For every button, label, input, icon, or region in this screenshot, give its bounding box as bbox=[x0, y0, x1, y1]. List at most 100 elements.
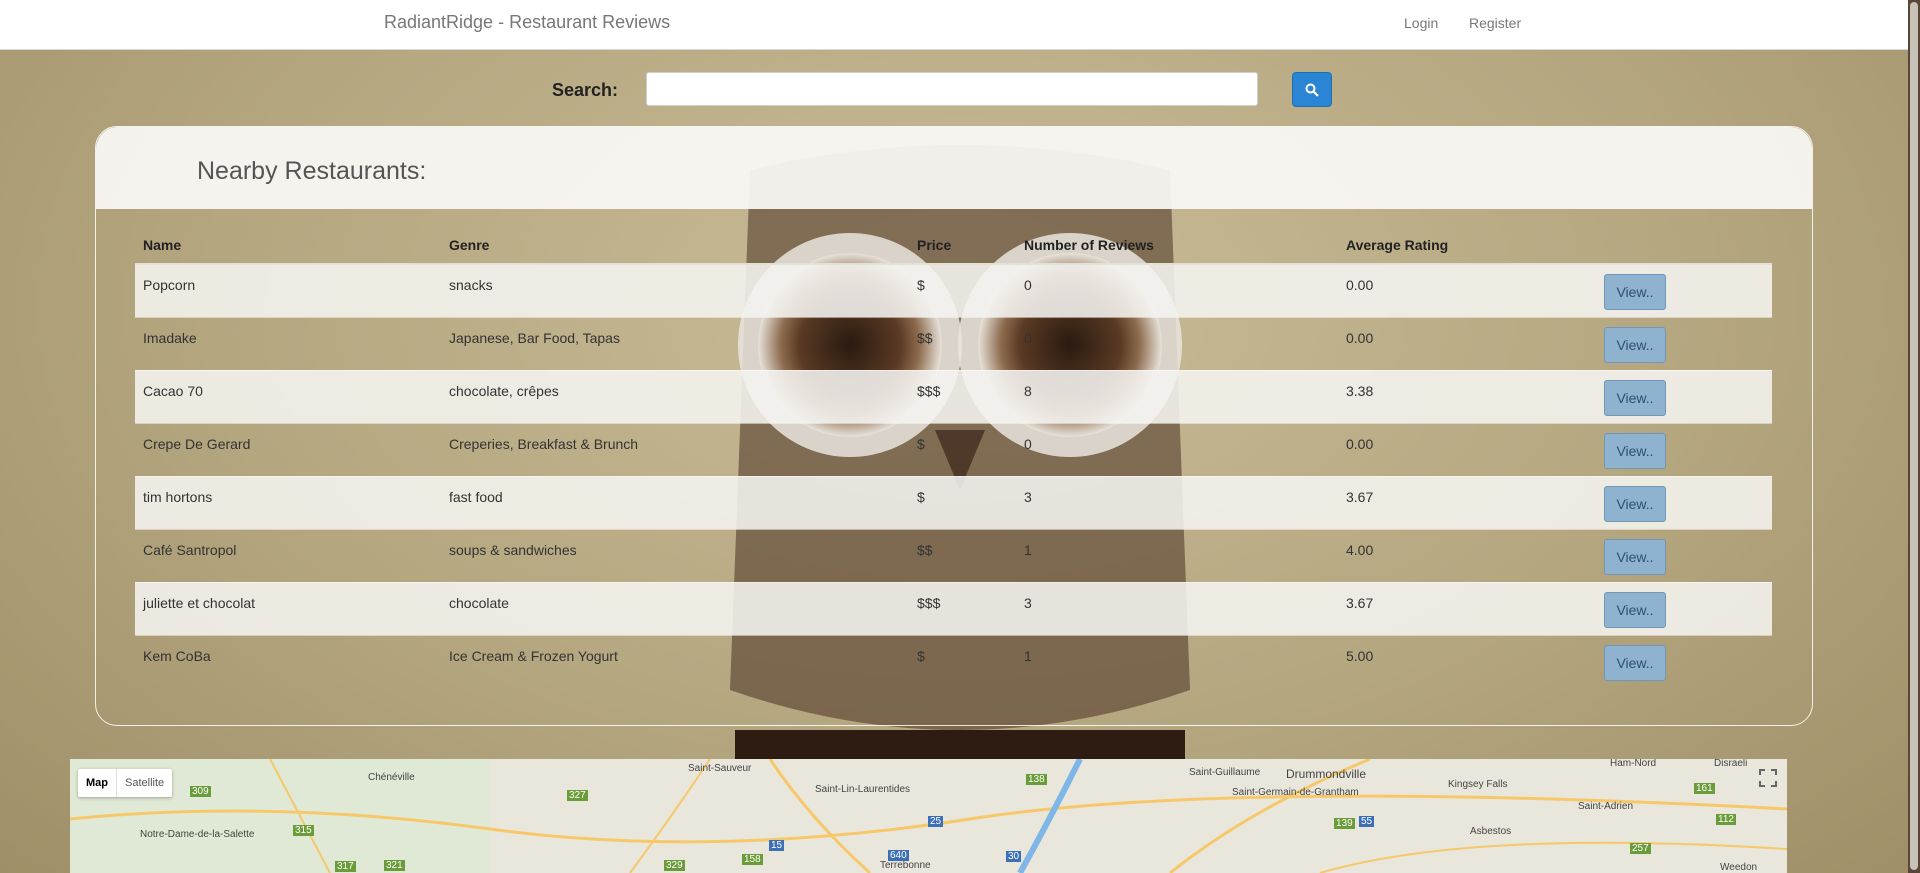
route-shield: 25 bbox=[928, 816, 944, 827]
map-type-map-button[interactable]: Map bbox=[78, 769, 117, 797]
action-cell: View.. bbox=[1596, 422, 1772, 476]
search-input[interactable] bbox=[646, 72, 1258, 106]
route-shield: 158 bbox=[742, 854, 763, 865]
register-link[interactable]: Register bbox=[1469, 15, 1521, 31]
restaurant-name: Crepe De Gerard bbox=[135, 422, 441, 476]
view-button[interactable]: View.. bbox=[1604, 379, 1666, 416]
restaurant-rating: 0.00 bbox=[1338, 316, 1596, 370]
search-icon bbox=[1305, 83, 1319, 97]
restaurant-review-count: 3 bbox=[1016, 581, 1338, 635]
map-place-label: Terrebonne bbox=[880, 860, 931, 871]
action-cell: View.. bbox=[1596, 528, 1772, 582]
restaurant-name: Popcorn bbox=[135, 263, 441, 317]
restaurant-review-count: 8 bbox=[1016, 369, 1338, 423]
restaurants-table: Name Genre Price Number of Reviews Avera… bbox=[135, 226, 1772, 688]
restaurant-review-count: 1 bbox=[1016, 528, 1338, 582]
fullscreen-icon[interactable] bbox=[1759, 769, 1777, 787]
search-button[interactable] bbox=[1292, 72, 1332, 107]
route-shield: 317 bbox=[335, 861, 356, 872]
table-row: Crepe De Gerard Creperies, Breakfast & B… bbox=[135, 422, 1772, 476]
restaurant-name: Imadake bbox=[135, 316, 441, 370]
map-place-label: Weedon bbox=[1720, 862, 1758, 873]
restaurant-rating: 0.00 bbox=[1338, 263, 1596, 317]
scrollbar-thumb[interactable] bbox=[1910, 2, 1918, 870]
action-cell: View.. bbox=[1596, 263, 1772, 317]
restaurant-genre: chocolate, crêpes bbox=[441, 369, 909, 423]
restaurant-genre: Ice Cream & Frozen Yogurt bbox=[441, 634, 909, 688]
restaurant-price: $$$ bbox=[909, 581, 1016, 635]
route-shield: 309 bbox=[190, 786, 211, 797]
map-place-label: Asbestos bbox=[1470, 826, 1512, 837]
google-map[interactable]: Map Satellite Chénéville Saint-Sauveur S… bbox=[70, 759, 1787, 873]
route-shield: 138 bbox=[1026, 774, 1047, 785]
route-shield: 640 bbox=[888, 850, 909, 861]
restaurant-price: $ bbox=[909, 263, 1016, 317]
route-shield: 321 bbox=[384, 860, 405, 871]
restaurant-name: Café Santropol bbox=[135, 528, 441, 582]
panel-title: Nearby Restaurants: bbox=[197, 157, 427, 185]
action-cell: View.. bbox=[1596, 369, 1772, 423]
route-shield: 329 bbox=[664, 860, 685, 871]
map-type-control: Map Satellite bbox=[78, 769, 173, 797]
map-type-satellite-button[interactable]: Satellite bbox=[117, 769, 172, 797]
route-shield: 327 bbox=[567, 790, 588, 801]
map-place-label: Ham-Nord bbox=[1610, 759, 1657, 769]
restaurant-review-count: 0 bbox=[1016, 422, 1338, 476]
route-shield: 257 bbox=[1630, 843, 1651, 854]
column-header-price: Price bbox=[909, 226, 1016, 265]
restaurant-name: Cacao 70 bbox=[135, 369, 441, 423]
map-place-label: Notre-Dame-de-la-Salette bbox=[140, 829, 255, 840]
map-place-label: Chénéville bbox=[368, 772, 415, 783]
restaurant-genre: soups & sandwiches bbox=[441, 528, 909, 582]
navbar: RadiantRidge - Restaurant Reviews Login … bbox=[0, 0, 1908, 50]
view-button[interactable]: View.. bbox=[1604, 485, 1666, 522]
restaurant-rating: 3.67 bbox=[1338, 475, 1596, 529]
restaurant-review-count: 1 bbox=[1016, 634, 1338, 688]
restaurant-name: tim hortons bbox=[135, 475, 441, 529]
map-place-label: Saint-Sauveur bbox=[688, 763, 752, 774]
map-place-label: Disraeli bbox=[1714, 759, 1748, 769]
map-place-label: Saint-Germain-de-Grantham bbox=[1232, 787, 1359, 798]
brand-title[interactable]: RadiantRidge - Restaurant Reviews bbox=[384, 12, 670, 33]
table-row: Imadake Japanese, Bar Food, Tapas $$ 0 0… bbox=[135, 316, 1772, 370]
view-button[interactable]: View.. bbox=[1604, 274, 1666, 310]
restaurant-review-count: 0 bbox=[1016, 263, 1338, 317]
view-button[interactable]: View.. bbox=[1604, 432, 1666, 469]
table-header-row: Name Genre Price Number of Reviews Avera… bbox=[135, 226, 1772, 265]
restaurant-name: Kem CoBa bbox=[135, 634, 441, 688]
table-row: Popcorn snacks $ 0 0.00 View.. bbox=[135, 263, 1772, 317]
route-shield: 139 bbox=[1334, 818, 1355, 829]
table-row: tim hortons fast food $ 3 3.67 View.. bbox=[135, 475, 1772, 529]
restaurant-review-count: 3 bbox=[1016, 475, 1338, 529]
view-button[interactable]: View.. bbox=[1604, 591, 1666, 628]
restaurant-rating: 3.38 bbox=[1338, 369, 1596, 423]
view-button[interactable]: View.. bbox=[1604, 644, 1666, 681]
restaurant-price: $ bbox=[909, 422, 1016, 476]
route-shield: 112 bbox=[1716, 814, 1736, 825]
table-row: Cacao 70 chocolate, crêpes $$$ 8 3.38 Vi… bbox=[135, 369, 1772, 423]
map-place-label: Saint-Adrien bbox=[1578, 801, 1634, 812]
restaurant-price: $$ bbox=[909, 528, 1016, 582]
restaurant-rating: 5.00 bbox=[1338, 634, 1596, 688]
route-shield: 55 bbox=[1359, 816, 1375, 827]
route-shield: 315 bbox=[293, 825, 314, 836]
restaurant-genre: fast food bbox=[441, 475, 909, 529]
column-header-name: Name bbox=[135, 226, 441, 265]
restaurant-rating: 0.00 bbox=[1338, 422, 1596, 476]
login-link[interactable]: Login bbox=[1404, 15, 1438, 31]
map-place-label: Saint-Lin-Laurentides bbox=[815, 784, 911, 795]
column-header-reviews: Number of Reviews bbox=[1016, 226, 1338, 265]
column-header-action bbox=[1596, 226, 1772, 265]
page-scrollbar[interactable] bbox=[1908, 0, 1920, 873]
action-cell: View.. bbox=[1596, 581, 1772, 635]
search-label: Search: bbox=[552, 80, 619, 100]
restaurant-price: $ bbox=[909, 475, 1016, 529]
view-button[interactable]: View.. bbox=[1604, 538, 1666, 575]
restaurant-price: $ bbox=[909, 634, 1016, 688]
view-button[interactable]: View.. bbox=[1604, 326, 1666, 363]
action-cell: View.. bbox=[1596, 634, 1772, 688]
restaurant-price: $$ bbox=[909, 316, 1016, 370]
route-shield: 15 bbox=[769, 840, 785, 851]
restaurant-genre: Japanese, Bar Food, Tapas bbox=[441, 316, 909, 370]
table-row: Café Santropol soups & sandwiches $$ 1 4… bbox=[135, 528, 1772, 582]
